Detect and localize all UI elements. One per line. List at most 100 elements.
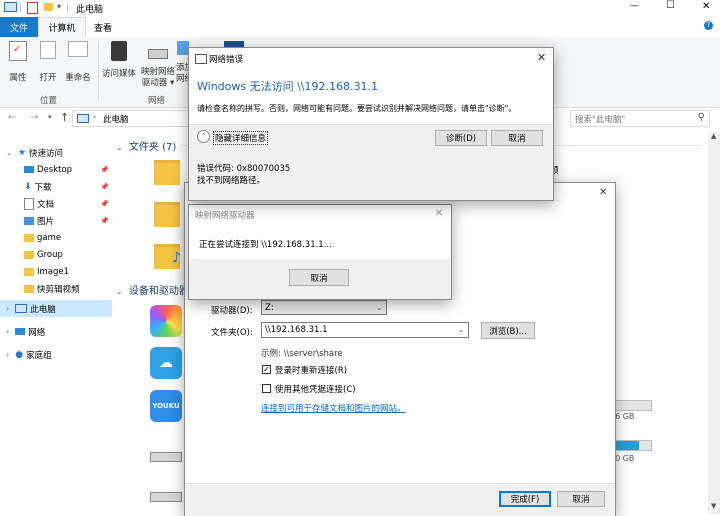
open-button[interactable]: 打开 xyxy=(35,41,61,83)
access-media-button[interactable]: 访问媒体 xyxy=(100,41,138,79)
error-cancel-button[interactable]: 取消 xyxy=(491,130,543,146)
devices-header: 设备和驱动器 xyxy=(128,286,189,297)
pin-icon[interactable]: 📌 xyxy=(100,183,109,191)
nav-folder-group-label: Group xyxy=(37,249,63,260)
nav-desktop[interactable]: Desktop 📌 xyxy=(0,161,112,178)
properties-label: 属性 xyxy=(9,73,27,83)
folders-section[interactable]: ⌄ 文件夹 (7) xyxy=(116,138,176,153)
website-link[interactable]: 连接到可用于存储文档和图片的网站。 xyxy=(261,402,406,414)
map-network-drive-label: 映射网络 驱动器 ▾ xyxy=(140,67,175,88)
tab-computer-label: 计算机 xyxy=(48,23,76,34)
drive-icon[interactable] xyxy=(150,492,182,502)
finish-button[interactable]: 完成(F) xyxy=(499,491,551,507)
minimize-button[interactable]: — xyxy=(630,1,639,11)
youku-app-icon[interactable]: YOUKU xyxy=(150,390,182,422)
rename-icon xyxy=(68,41,88,57)
address-pc-icon xyxy=(77,114,89,123)
nav-downloads-label: 下载 xyxy=(34,182,52,193)
rename-button[interactable]: 重命名 xyxy=(62,41,94,83)
collapse-chevron-icon: ⌄ xyxy=(116,143,123,152)
pin-icon[interactable]: 📌 xyxy=(100,200,109,208)
devices-section[interactable]: ⌄ 设备和驱动器 xyxy=(116,282,189,297)
collapse-chevron-icon: ⌄ xyxy=(116,287,123,296)
map-drive-cancel-label: 取消 xyxy=(572,495,590,505)
diagnose-button[interactable]: 诊断(D) xyxy=(435,130,487,146)
new-folder-quick-icon[interactable] xyxy=(44,3,53,11)
folder-icon xyxy=(24,233,34,242)
nav-downloads[interactable]: ⬇ 下载 📌 xyxy=(0,178,112,195)
expand-chevron-icon: ⌄ xyxy=(6,148,12,157)
map-network-drive-button[interactable]: 映射网络 驱动器 ▾ xyxy=(138,41,178,89)
back-arrow-icon[interactable]: ← xyxy=(8,112,16,123)
search-icon: ⚲ xyxy=(697,112,705,123)
nav-folder-image1[interactable]: Image1 xyxy=(0,263,69,280)
desktop-icon xyxy=(24,166,34,173)
cloud-app-icon[interactable]: ☁ xyxy=(150,347,182,379)
nav-folder-group[interactable]: Group xyxy=(0,246,63,263)
drive-letter-value: Z: xyxy=(265,302,274,313)
network-group-label: 网络 xyxy=(148,96,166,106)
scroll-up-icon[interactable]: ▲ xyxy=(711,132,716,140)
error-dialog-close-icon[interactable]: ✕ xyxy=(537,51,546,64)
forward-arrow-icon[interactable]: → xyxy=(30,112,38,123)
open-label: 打开 xyxy=(39,73,57,83)
maximize-button[interactable]: ☐ xyxy=(666,0,675,11)
folder-icon xyxy=(24,267,34,276)
dropdown-arrow-icon[interactable]: ⌄ xyxy=(458,326,464,334)
content-scrollbar[interactable]: ▲ ▼ xyxy=(708,132,720,514)
connecting-close-icon[interactable]: ✕ xyxy=(435,208,443,219)
error-detail-text: 找不到网络路径。 xyxy=(197,176,266,186)
open-icon xyxy=(40,41,56,59)
nav-this-pc[interactable]: › 此电脑 xyxy=(0,300,112,317)
download-icon: ⬇ xyxy=(24,181,32,192)
nav-folder-image1-label: Image1 xyxy=(37,266,70,277)
pin-icon[interactable]: 📌 xyxy=(100,166,109,174)
hide-details-toggle[interactable]: 隐藏详细信息 xyxy=(213,131,269,145)
folder-tile-desktop[interactable] xyxy=(154,160,180,185)
nav-pictures-label: 图片 xyxy=(37,216,55,227)
reconnect-checkbox[interactable]: ✓ xyxy=(262,365,271,374)
customize-arrow-icon[interactable]: ▾ xyxy=(57,2,61,11)
collapse-details-icon[interactable]: ⌃ xyxy=(197,130,210,143)
connecting-cancel-button[interactable]: 取消 xyxy=(289,269,349,286)
tab-computer[interactable]: 计算机 xyxy=(38,17,86,37)
access-media-label: 访问媒体 xyxy=(101,69,136,79)
nav-quick-access[interactable]: ⌄ ★ 快速访问 xyxy=(0,144,63,161)
up-arrow-icon[interactable]: ↑ xyxy=(60,111,69,124)
photos-app-icon[interactable] xyxy=(150,305,182,337)
scroll-down-icon[interactable]: ▼ xyxy=(711,502,716,510)
nav-folder-kuaijian[interactable]: 快剪辑视频 xyxy=(0,280,80,297)
help-icon[interactable]: ? xyxy=(704,21,713,30)
connecting-dialog-title: 映射网络驱动器 xyxy=(195,211,255,221)
nav-pictures[interactable]: 图片 📌 xyxy=(0,212,112,229)
folder-icon xyxy=(24,284,34,293)
tab-view[interactable]: 查看 xyxy=(88,17,118,37)
this-pc-icon xyxy=(15,304,28,313)
properties-button[interactable]: ✓ 属性 xyxy=(5,41,31,83)
folder-path-input[interactable]: \\192.168.31.1 ⌄ xyxy=(261,322,469,338)
properties-quick-icon[interactable] xyxy=(27,2,38,14)
search-input[interactable]: 搜索"此电脑" ⚲ xyxy=(570,110,710,127)
map-drive-cancel-button[interactable]: 取消 xyxy=(557,491,605,507)
reconnect-label[interactable]: 登录时重新连接(R) xyxy=(275,364,347,376)
nav-homegroup[interactable]: › ● 家庭组 xyxy=(0,346,52,363)
close-button[interactable]: ✕ xyxy=(702,1,710,12)
nav-documents[interactable]: 文档 📌 xyxy=(0,195,112,212)
map-drive-close-icon[interactable]: ✕ xyxy=(599,187,607,198)
other-credentials-checkbox[interactable] xyxy=(262,384,271,393)
nav-this-pc-label: 此电脑 xyxy=(30,304,56,315)
pin-icon[interactable]: 📌 xyxy=(100,217,109,225)
tab-file[interactable]: 文件 xyxy=(0,17,38,37)
recent-dropdown-icon[interactable]: ▾ xyxy=(48,113,52,121)
error-dialog-app-icon xyxy=(195,54,207,64)
error-code: 错误代码: 0x80070035 xyxy=(197,164,291,174)
folder-tile-pictures[interactable] xyxy=(154,202,180,227)
drive-letter-select[interactable]: Z: ⌄ xyxy=(261,300,387,315)
browse-button[interactable]: 浏览(B)... xyxy=(481,322,535,339)
drive-icon[interactable] xyxy=(150,452,182,462)
nav-network[interactable]: › 网络 xyxy=(0,323,45,340)
other-credentials-label[interactable]: 使用其他凭据连接(C) xyxy=(275,383,356,395)
dropdown-arrow-icon: ⌄ xyxy=(376,303,382,312)
nav-folder-game[interactable]: game xyxy=(0,229,61,246)
connecting-message: 正在尝试连接到 \\192.168.31.1... xyxy=(199,240,332,250)
